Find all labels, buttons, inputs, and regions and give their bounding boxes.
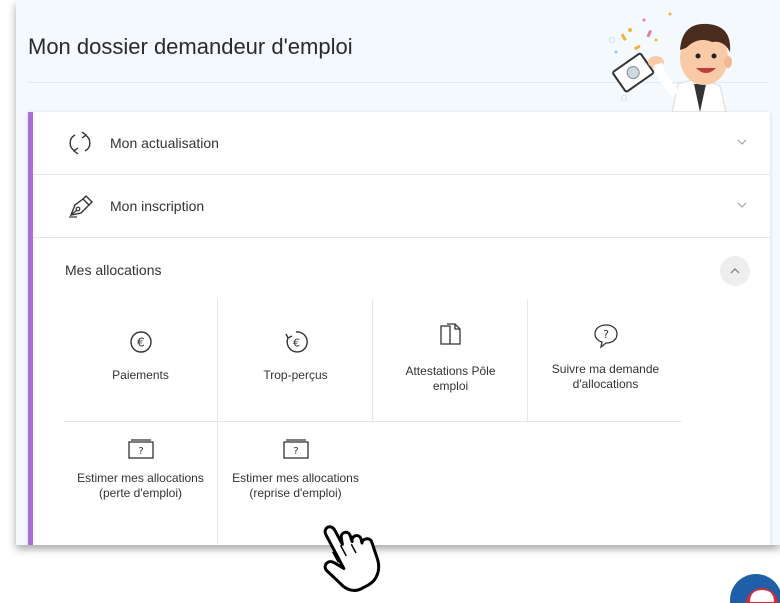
- section-actualisation[interactable]: Mon actualisation: [33, 112, 770, 175]
- pen-icon: [69, 195, 93, 218]
- mascot-illustration: [609, 12, 732, 112]
- chevron-down-icon[interactable]: [736, 136, 748, 148]
- tile-trop-percus[interactable]: € Trop-perçus: [218, 330, 373, 452]
- pole-emploi-logo: [730, 574, 780, 603]
- section-label: Mes allocations: [65, 262, 162, 278]
- svg-text:?: ?: [138, 446, 143, 457]
- section-allocations[interactable]: Mes allocations: [33, 238, 770, 300]
- refresh-icon: [69, 131, 91, 155]
- tile-label: Suivre ma demande d'allocations: [551, 362, 660, 391]
- svg-text:€: €: [293, 337, 300, 350]
- dossier-panel: Mon dossier demandeur d'emploi Mon actua…: [16, 0, 780, 545]
- hand-pointer-icon: [323, 525, 381, 592]
- tile-label: Estimer mes allocations (perte d'emploi): [77, 471, 204, 500]
- documents-icon: [439, 323, 461, 345]
- chevron-down-icon[interactable]: [736, 199, 748, 211]
- simulator-icon: ?: [282, 439, 309, 459]
- tile-label: Trop-perçus: [263, 368, 328, 382]
- page-title: Mon dossier demandeur d'emploi: [28, 34, 353, 59]
- svg-text:?: ?: [293, 446, 298, 457]
- euro-refund-icon: €: [284, 331, 308, 353]
- tile-suivre-demande[interactable]: ? Suivre ma demande d'allocations: [528, 322, 683, 444]
- tile-estimer-perte[interactable]: ? Estimer mes allocations (perte d'emplo…: [63, 437, 218, 545]
- section-inscription[interactable]: Mon inscription: [33, 175, 770, 238]
- svg-text:?: ?: [603, 328, 609, 341]
- question-bubble-icon: ?: [593, 324, 618, 349]
- collapse-button[interactable]: [720, 256, 750, 286]
- tile-label: Attestations Pôle emploi: [405, 364, 496, 393]
- simulator-icon: ?: [127, 439, 154, 459]
- svg-text:€: €: [137, 336, 145, 350]
- tile-paiements[interactable]: € Paiements: [63, 330, 218, 452]
- tile-attestations[interactable]: Attestations Pôle emploi: [373, 322, 528, 444]
- chevron-up-icon: [730, 268, 740, 274]
- euro-icon: €: [129, 331, 152, 353]
- section-label: Mon inscription: [110, 198, 205, 214]
- section-label: Mon actualisation: [110, 135, 219, 151]
- tile-label: Paiements: [112, 368, 169, 382]
